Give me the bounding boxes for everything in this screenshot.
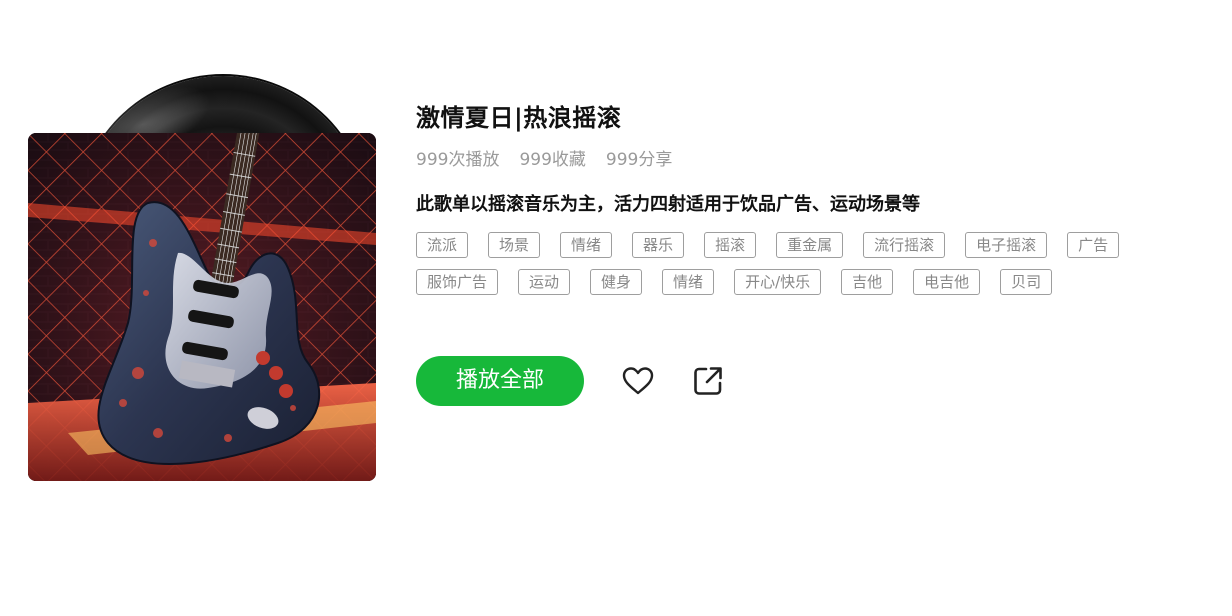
playlist-cover-image[interactable] xyxy=(28,133,376,481)
tag[interactable]: 服饰广告 xyxy=(416,269,499,295)
play-all-button[interactable]: 播放全部 xyxy=(416,356,584,406)
tag[interactable]: 情绪 xyxy=(560,232,613,258)
tag[interactable]: 健身 xyxy=(590,269,643,295)
tag[interactable]: 广告 xyxy=(1067,232,1120,258)
play-count: 999次播放 xyxy=(416,150,500,170)
share-external-icon xyxy=(694,367,722,395)
share-button[interactable] xyxy=(688,361,728,401)
tag[interactable]: 吉他 xyxy=(841,269,894,295)
tag[interactable]: 运动 xyxy=(518,269,571,295)
playlist-stats: 999次播放 999收藏 999分享 xyxy=(416,148,1196,172)
playlist-description: 此歌单以摇滚音乐为主，活力四射适用于饮品广告、运动场景等 xyxy=(416,194,920,215)
heart-outline-icon xyxy=(622,367,654,395)
tag[interactable]: 重金属 xyxy=(776,232,844,258)
tag[interactable]: 场景 xyxy=(488,232,541,258)
tag[interactable]: 流行摇滚 xyxy=(863,232,946,258)
tag[interactable]: 摇滚 xyxy=(704,232,757,258)
electric-guitar-artwork xyxy=(28,133,376,481)
tag-list: 流派 场景 情绪 器乐 摇滚 重金属 流行摇滚 电子摇滚 广告 服饰广告 运动 … xyxy=(416,232,1156,295)
tag[interactable]: 电子摇滚 xyxy=(965,232,1048,258)
tag[interactable]: 情绪 xyxy=(662,269,715,295)
playlist-actions: 播放全部 xyxy=(416,356,728,406)
favorite-button[interactable] xyxy=(618,361,658,401)
playlist-cover-area xyxy=(28,70,378,482)
tag[interactable]: 流派 xyxy=(416,232,469,258)
tag[interactable]: 电吉他 xyxy=(913,269,981,295)
playlist-page: 激情夏日|热浪摇滚 999次播放 999收藏 999分享 此歌单以摇滚音乐为主，… xyxy=(0,0,1232,616)
playlist-info: 激情夏日|热浪摇滚 999次播放 999收藏 999分享 此歌单以摇滚音乐为主，… xyxy=(416,100,1196,295)
playlist-title: 激情夏日|热浪摇滚 xyxy=(416,104,622,132)
tag[interactable]: 器乐 xyxy=(632,232,685,258)
tag[interactable]: 贝司 xyxy=(1000,269,1053,295)
share-count: 999分享 xyxy=(605,150,673,170)
tag[interactable]: 开心/快乐 xyxy=(734,269,822,295)
favorite-count: 999收藏 xyxy=(519,150,586,170)
